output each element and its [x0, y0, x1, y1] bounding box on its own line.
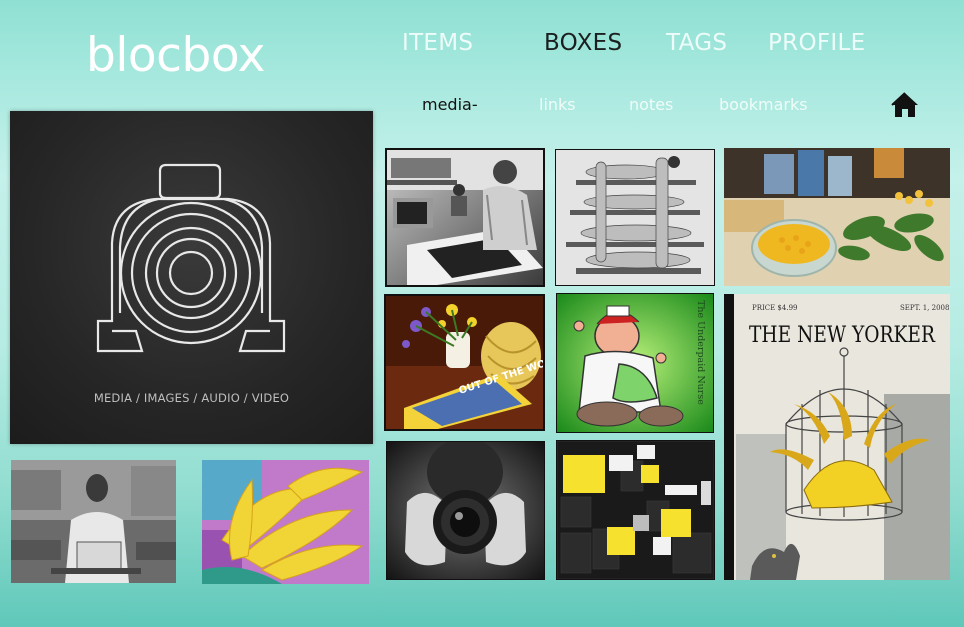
- magazine-cover: PRICE $4.99 SEPT. 1, 2008 THE NEW YORKER: [724, 294, 950, 580]
- nav-profile[interactable]: PROFILE: [768, 30, 865, 56]
- figures-on-shelf-photo: [556, 150, 714, 285]
- nav-items[interactable]: ITEMS: [402, 30, 473, 56]
- cartoon-nurse: The Underpaid Nurse: [557, 294, 713, 432]
- tile-new-yorker-cover[interactable]: PRICE $4.99 SEPT. 1, 2008 THE NEW YORKER: [724, 294, 950, 580]
- tile-laptop-man[interactable]: [11, 460, 176, 583]
- tile-pasta-salad[interactable]: [724, 148, 950, 286]
- nav-boxes[interactable]: BOXES: [544, 30, 622, 56]
- man-with-laptop-photo: [11, 460, 176, 583]
- cover-price: PRICE $4.99: [752, 304, 797, 312]
- abstract-squares: [557, 441, 714, 579]
- flowers-and-book-photo: OUT OF THE WOODS: [386, 296, 543, 429]
- tile-yellow-grid[interactable]: [556, 440, 715, 580]
- hero-caption: MEDIA / IMAGES / AUDIO / VIDEO: [93, 391, 290, 405]
- cover-date: SEPT. 1, 2008: [900, 304, 949, 312]
- subnav-bookmarks[interactable]: bookmarks: [719, 95, 808, 114]
- tile-printmaker-studio[interactable]: [385, 148, 545, 287]
- tile-underpaid-nurse[interactable]: The Underpaid Nurse: [556, 293, 714, 433]
- yellow-petals-painting: [202, 460, 369, 584]
- subnav-notes[interactable]: notes: [629, 95, 673, 114]
- tile-body-shelf[interactable]: [555, 149, 715, 286]
- artist-studio-photo: [387, 150, 543, 285]
- nav-tags[interactable]: TAGS: [666, 30, 727, 56]
- camera-icon: [96, 163, 286, 353]
- tile-flowers-book[interactable]: OUT OF THE WOODS: [384, 294, 545, 431]
- cover-masthead: THE NEW YORKER: [749, 323, 936, 348]
- subnav-links[interactable]: links: [539, 95, 576, 114]
- tile-yellow-flowers[interactable]: [202, 460, 369, 584]
- home-icon[interactable]: [890, 90, 920, 120]
- food-photo: [724, 148, 950, 286]
- subnav-media[interactable]: media-: [422, 95, 478, 114]
- tile-photographer[interactable]: [386, 441, 545, 580]
- app-logo[interactable]: blocbox: [86, 28, 265, 83]
- media-box-hero[interactable]: MEDIA / IMAGES / AUDIO / VIDEO: [10, 111, 373, 444]
- camera-lens-photo: [387, 442, 544, 579]
- nurse-caption: The Underpaid Nurse: [695, 300, 706, 405]
